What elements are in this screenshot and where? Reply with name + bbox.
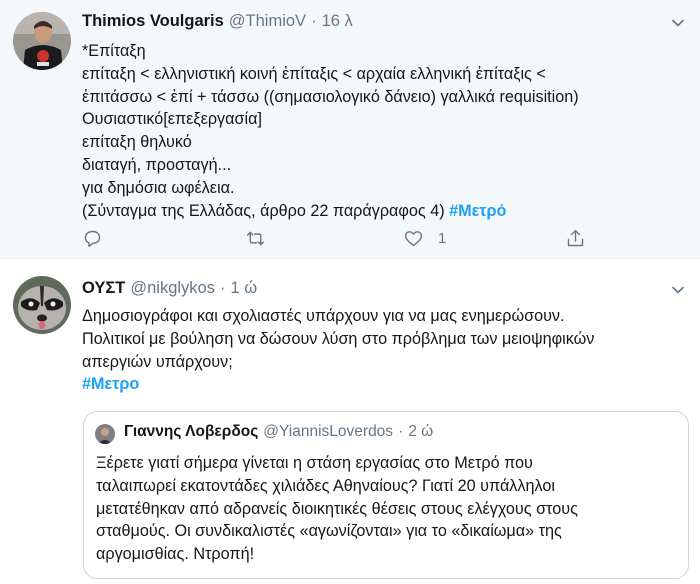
avatar[interactable] <box>13 276 71 334</box>
quoted-line: μετατέθηκαν από αδρανείς διοικητικές θέσ… <box>96 499 578 518</box>
tweet-line: διαταγή, προσταγή... <box>82 155 232 174</box>
tweet-line: Πολιτικοί με βούληση να δώσουν λύση στο … <box>82 329 595 348</box>
tweet-line: επίταξη < ελληνιστική κοινή ἐπίταξις < α… <box>82 64 546 83</box>
tweet-line: *Επίταξη <box>82 42 146 60</box>
heart-icon <box>404 231 423 247</box>
small-user-avatar-icon <box>95 424 115 444</box>
avatar[interactable] <box>95 424 115 444</box>
tweet-actions: 1 <box>82 228 602 254</box>
reply-icon <box>84 230 101 248</box>
quoted-line: Ξέρετε γιατί σήμερα γίνεται η στάση εργα… <box>96 454 533 472</box>
raccoon-avatar-icon <box>13 276 71 334</box>
tweet-line: επίταξη θηλυκό <box>82 133 192 152</box>
quoted-tweet-text: Ξέρετε γιατί σήμερα γίνεται η στάση εργα… <box>96 452 681 566</box>
quoted-tweet[interactable]: Γιαννης Λοβερδος @YiannisLoverdos · 2 ώ … <box>83 411 689 579</box>
quoted-author-handle[interactable]: @YiannisLoverdos <box>263 423 393 441</box>
retweet-icon <box>246 231 265 246</box>
separator-dot: · <box>398 423 404 440</box>
quoted-author-name[interactable]: Γιαννης Λοβερδος <box>124 423 258 441</box>
tweet-line: Δημοσιογράφοι και σχολιαστές υπάρχουν γι… <box>82 307 565 325</box>
timestamp[interactable]: 16 λ <box>322 12 353 31</box>
tweet-last-line: (Σύνταγμα της Ελλάδας, άρθρο 22 παράγραφ… <box>82 200 682 223</box>
like-button[interactable]: 1 <box>403 228 446 249</box>
author-name[interactable]: Thimios Voulgaris <box>82 12 224 31</box>
tweet-header: ΟΥΣΤ @nikglykos · 1 ώ <box>82 279 257 298</box>
quoted-line: ταλαιπωρεί εκατοντάδες χιλιάδες Αθηναίου… <box>96 476 555 495</box>
timestamp[interactable]: 1 ώ <box>231 279 258 298</box>
tweet-oust[interactable]: ΟΥΣΤ @nikglykos · 1 ώ Δημοσιογράφοι και … <box>0 260 700 584</box>
share-button[interactable] <box>565 228 586 249</box>
quoted-tweet-header: Γιαννης Λοβερδος @YiannisLoverdos · 2 ώ <box>124 423 433 441</box>
share-icon <box>567 229 584 247</box>
author-handle[interactable]: @nikglykos <box>130 279 215 298</box>
tweet-line: για δημόσια ωφέλεια. <box>82 178 235 197</box>
quoted-timestamp[interactable]: 2 ώ <box>408 423 433 441</box>
quoted-line: αργομισθίας. Ντροπή! <box>96 545 255 564</box>
author-handle[interactable]: @ThimioV <box>229 12 306 31</box>
tweet-text: Δημοσιογράφοι και σχολιαστές υπάρχουν γι… <box>82 305 682 396</box>
retweet-button[interactable] <box>245 228 266 249</box>
hashtag-link[interactable]: #Μετρο <box>82 373 682 396</box>
tweet-line: (Σύνταγμα της Ελλάδας, άρθρο 22 παράγραφ… <box>82 201 445 220</box>
tweet-thimios[interactable]: Thimios Voulgaris @ThimioV · 16 λ *Επίτα… <box>0 0 700 259</box>
separator-dot: · <box>220 279 226 297</box>
hashtag-link[interactable]: #Μετρό <box>449 202 506 220</box>
tweet-line: απεργιών υπάρχουν; <box>82 352 233 371</box>
separator-dot: · <box>311 12 317 30</box>
tweet-text: *Επίταξη επίταξη < ελληνιστική κοινή ἐπί… <box>82 40 682 222</box>
author-name[interactable]: ΟΥΣΤ <box>82 279 125 298</box>
chevron-down-icon[interactable] <box>670 15 686 31</box>
like-count: 1 <box>438 230 447 247</box>
reply-button[interactable] <box>82 228 103 249</box>
tweet-line: ἐπιτάσσω < ἐπί + τάσσω ((σημασιολογικό δ… <box>82 87 579 106</box>
tweet-header: Thimios Voulgaris @ThimioV · 16 λ <box>82 12 353 31</box>
user-avatar-dark-shirt-icon <box>13 12 71 70</box>
avatar[interactable] <box>13 12 71 70</box>
quoted-line: σταθμούς. Οι συνδικαλιστές «αγωνίζονται»… <box>96 522 562 541</box>
chevron-down-icon[interactable] <box>670 282 686 298</box>
tweet-line: Ουσιαστικό[επεξεργασία] <box>82 110 262 129</box>
